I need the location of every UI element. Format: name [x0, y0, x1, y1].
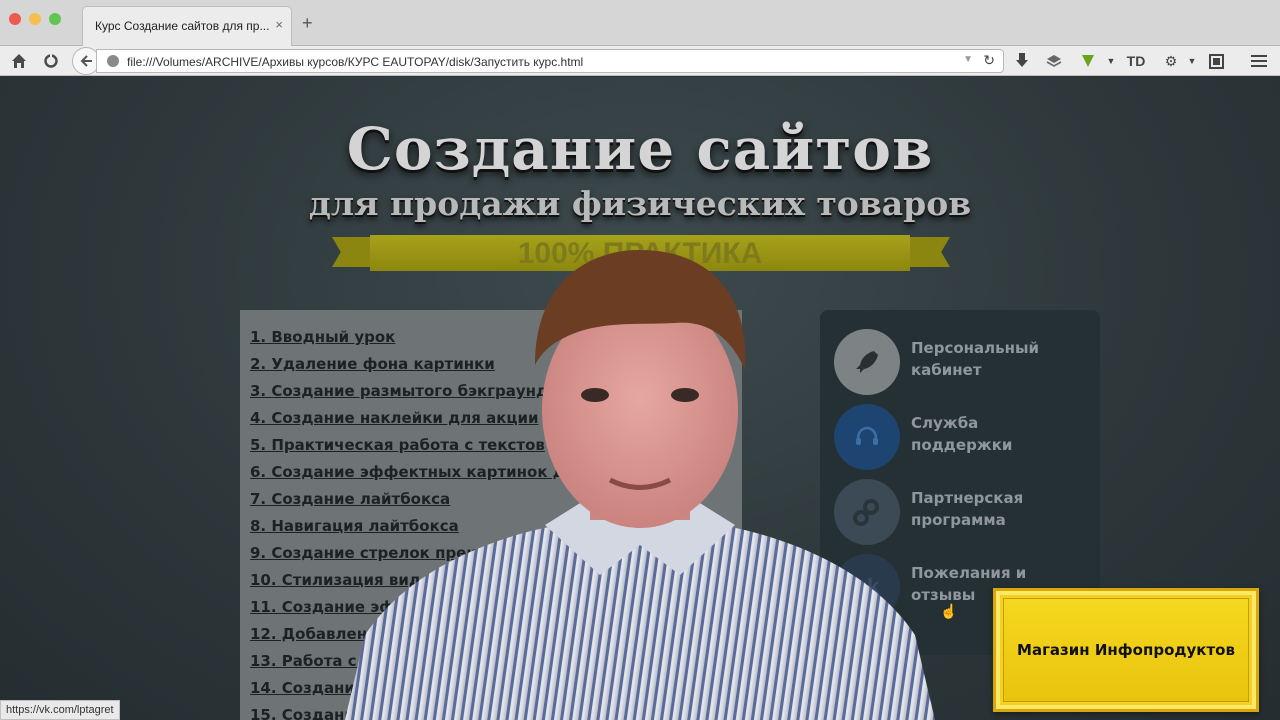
url-text[interactable]: file:///Volumes/ARCHIVE/Архивы курсов/КУ…	[127, 55, 583, 69]
chevron-down-icon[interactable]: ▼	[1181, 50, 1203, 72]
globe-icon	[107, 55, 119, 67]
page-title: Создание сайтов	[346, 115, 934, 183]
url-bar[interactable]: file:///Volumes/ARCHIVE/Архивы курсов/КУ…	[96, 49, 1004, 73]
lesson-link[interactable]: 15. Создани	[250, 706, 355, 720]
presenter-video-overlay	[345, 250, 935, 720]
maximize-window-button[interactable]	[49, 13, 61, 25]
navigation-bar: file:///Volumes/ARCHIVE/Архивы курсов/КУ…	[0, 46, 1280, 76]
home-icon[interactable]	[8, 50, 30, 72]
gear-icon[interactable]: ⚙	[1160, 50, 1182, 72]
td-icon[interactable]: TD	[1125, 50, 1147, 72]
download-icon[interactable]	[1011, 50, 1033, 72]
shop-badge[interactable]: Магазин Инфопродуктов	[993, 588, 1259, 712]
chevron-down-icon[interactable]: ▼	[1100, 50, 1122, 72]
sync-icon[interactable]	[40, 50, 62, 72]
tab-bar: Курс Создание сайтов для пр... × +	[0, 0, 1280, 46]
shop-badge-inner: Магазин Инфопродуктов	[1003, 598, 1249, 702]
screenshot-icon[interactable]	[1205, 50, 1227, 72]
addon-icon[interactable]	[1077, 50, 1099, 72]
shop-badge-text: Магазин Инфопродуктов	[1017, 641, 1235, 659]
page-subtitle: для продажи физических товаров	[308, 184, 972, 223]
reload-icon[interactable]: ↻	[983, 52, 995, 69]
close-window-button[interactable]	[9, 13, 21, 25]
minimize-window-button[interactable]	[29, 13, 41, 25]
menu-icon[interactable]	[1248, 50, 1270, 72]
tab-close-icon[interactable]: ×	[275, 17, 283, 32]
hand-cursor-icon: ☝	[940, 603, 958, 619]
new-tab-button[interactable]: +	[302, 13, 313, 34]
status-bar-link: https://vk.com/lptagret	[0, 700, 120, 720]
tab-title: Курс Создание сайтов для пр...	[95, 19, 270, 33]
browser-tab[interactable]: Курс Создание сайтов для пр... ×	[82, 6, 292, 46]
menu-label: Служба поддержки	[911, 414, 1013, 454]
chevron-down-icon[interactable]: ▼	[963, 54, 973, 65]
menu-label: Партнерская программа	[911, 489, 1024, 529]
menu-label: Персональный кабинет	[911, 339, 1040, 379]
pocket-icon[interactable]	[1043, 50, 1065, 72]
